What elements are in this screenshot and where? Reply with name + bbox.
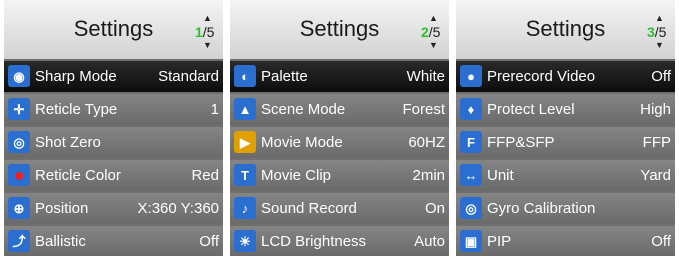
setting-label: Prerecord Video (487, 68, 596, 85)
panel-header: Settings ▲ 3/5 ▼ (456, 0, 675, 59)
page-current: 1 (195, 24, 203, 40)
settings-row-movie-clip[interactable]: T Movie Clip 2min (230, 160, 449, 191)
panel-header: Settings ▲ 1/5 ▼ (4, 0, 223, 59)
page-total: /5 (202, 24, 215, 40)
page-title: Settings (525, 16, 606, 41)
setting-value: 2min (412, 167, 445, 184)
page-title: Settings (73, 16, 154, 41)
setting-label: PIP (487, 233, 512, 250)
setting-value: Off (199, 233, 219, 250)
settings-row-unit[interactable]: ↔ Unit Yard (456, 160, 675, 191)
setting-label: FFP&SFP (487, 134, 555, 151)
setting-value: Auto (414, 233, 445, 250)
setting-label: Palette (261, 68, 308, 85)
panel-header: Settings ▲ 2/5 ▼ (230, 0, 449, 59)
page-current: 2 (421, 24, 429, 40)
microphone-icon: ♪ (234, 197, 256, 219)
brightness-sun-icon: ☀ (234, 230, 256, 252)
setting-value: White (406, 68, 445, 85)
settings-row-sharp-mode[interactable]: ◉ Sharp Mode Standard (4, 61, 223, 92)
settings-list: ◉ Sharp Mode Standard ✛ Reticle Type 1 ◎ Shot Z… (4, 61, 223, 256)
settings-row-reticle-type[interactable]: ✛ Reticle Type 1 (4, 94, 223, 125)
color-dot-icon: ● (8, 164, 30, 186)
position-icon: ⊕ (8, 197, 30, 219)
setting-label: Sound Record (261, 200, 357, 217)
setting-label: LCD Brightness (261, 233, 367, 250)
settings-row-position[interactable]: ⊕ Position X:360 Y:360 (4, 193, 223, 224)
pip-icon: ▣ (460, 230, 482, 252)
shield-icon: ♦ (460, 98, 482, 120)
reticle-crosshair-icon: ✛ (8, 98, 30, 120)
setting-value: Red (191, 167, 219, 184)
page-up-icon[interactable]: ▲ (429, 14, 438, 23)
palette-icon: ◐ (234, 65, 256, 87)
setting-value: Forest (402, 101, 445, 118)
gyro-icon: ◎ (460, 197, 482, 219)
target-icon: ◎ (8, 131, 30, 153)
page-indicator: ▲ 2/5 ▼ (419, 14, 445, 50)
settings-panel-1: Settings ▲ 1/5 ▼ ◉ Sharp Mode Standard ✛ Reticle… (4, 0, 223, 256)
setting-label: Movie Mode (261, 134, 343, 151)
setting-label: Position (35, 200, 89, 217)
settings-row-prerecord-video[interactable]: ● Prerecord Video Off (456, 61, 675, 92)
setting-label: Reticle Color (35, 167, 121, 184)
eye-icon: ◉ (8, 65, 30, 87)
page-total: /5 (654, 24, 667, 40)
prerecord-camera-icon: ● (460, 65, 482, 87)
setting-value: 1 (210, 101, 219, 118)
setting-label: Unit (487, 167, 514, 184)
settings-row-shot-zero[interactable]: ◎ Shot Zero (4, 127, 223, 158)
settings-panel-2: Settings ▲ 2/5 ▼ ◐ Palette White ▲ Scene Mode For… (230, 0, 449, 256)
settings-panel-3: Settings ▲ 3/5 ▼ ● Prerecord Video Off ♦ Protect… (456, 0, 675, 256)
page-down-icon[interactable]: ▼ (203, 41, 212, 50)
setting-value: Yard (640, 167, 671, 184)
settings-row-ffp-sfp[interactable]: F FFP&SFP FFP (456, 127, 675, 158)
setting-label: Shot Zero (35, 134, 101, 151)
page-title: Settings (299, 16, 380, 41)
video-camera-icon: ▶ (234, 131, 256, 153)
settings-row-movie-mode[interactable]: ▶ Movie Mode 60HZ (230, 127, 449, 158)
setting-value: High (640, 101, 671, 118)
page-current: 3 (647, 24, 655, 40)
setting-label: Movie Clip (261, 167, 332, 184)
page-indicator: ▲ 3/5 ▼ (645, 14, 671, 50)
page-up-icon[interactable]: ▲ (203, 14, 212, 23)
ffp-sfp-icon: F (460, 131, 482, 153)
settings-row-scene-mode[interactable]: ▲ Scene Mode Forest (230, 94, 449, 125)
settings-row-palette[interactable]: ◐ Palette White (230, 61, 449, 92)
page-down-icon[interactable]: ▼ (655, 41, 664, 50)
setting-label: Reticle Type (35, 101, 118, 118)
setting-label: Protect Level (487, 101, 575, 118)
setting-value: FFP (642, 134, 671, 151)
setting-value: Off (651, 68, 671, 85)
settings-row-lcd-brightness[interactable]: ☀ LCD Brightness Auto (230, 226, 449, 256)
page-total: /5 (428, 24, 441, 40)
settings-row-gyro-calibration[interactable]: ◎ Gyro Calibration (456, 193, 675, 224)
setting-value: Off (651, 233, 671, 250)
ballistic-curve-icon: ⤴ (8, 230, 30, 252)
settings-row-protect-level[interactable]: ♦ Protect Level High (456, 94, 675, 125)
settings-row-sound-record[interactable]: ♪ Sound Record On (230, 193, 449, 224)
setting-label: Scene Mode (261, 101, 346, 118)
page-up-icon[interactable]: ▲ (655, 14, 664, 23)
settings-row-ballistic[interactable]: ⤴ Ballistic Off (4, 226, 223, 256)
setting-label: Ballistic (35, 233, 86, 250)
settings-list: ◐ Palette White ▲ Scene Mode Forest ▶ Movie Mod… (230, 61, 449, 256)
setting-value: Standard (158, 68, 219, 85)
scene-forest-icon: ▲ (234, 98, 256, 120)
setting-value: X:360 Y:360 (137, 200, 219, 217)
setting-value: 60HZ (408, 134, 445, 151)
page-down-icon[interactable]: ▼ (429, 41, 438, 50)
settings-row-pip[interactable]: ▣ PIP Off (456, 226, 675, 256)
settings-list: ● Prerecord Video Off ♦ Protect Level High F FF… (456, 61, 675, 256)
setting-label: Gyro Calibration (487, 200, 596, 217)
setting-value: On (424, 200, 445, 217)
movie-clip-icon: T (234, 164, 256, 186)
unit-ruler-icon: ↔ (460, 164, 482, 186)
settings-row-reticle-color[interactable]: ● Reticle Color Red (4, 160, 223, 191)
page-indicator: ▲ 1/5 ▼ (193, 14, 219, 50)
setting-label: Sharp Mode (35, 68, 117, 85)
